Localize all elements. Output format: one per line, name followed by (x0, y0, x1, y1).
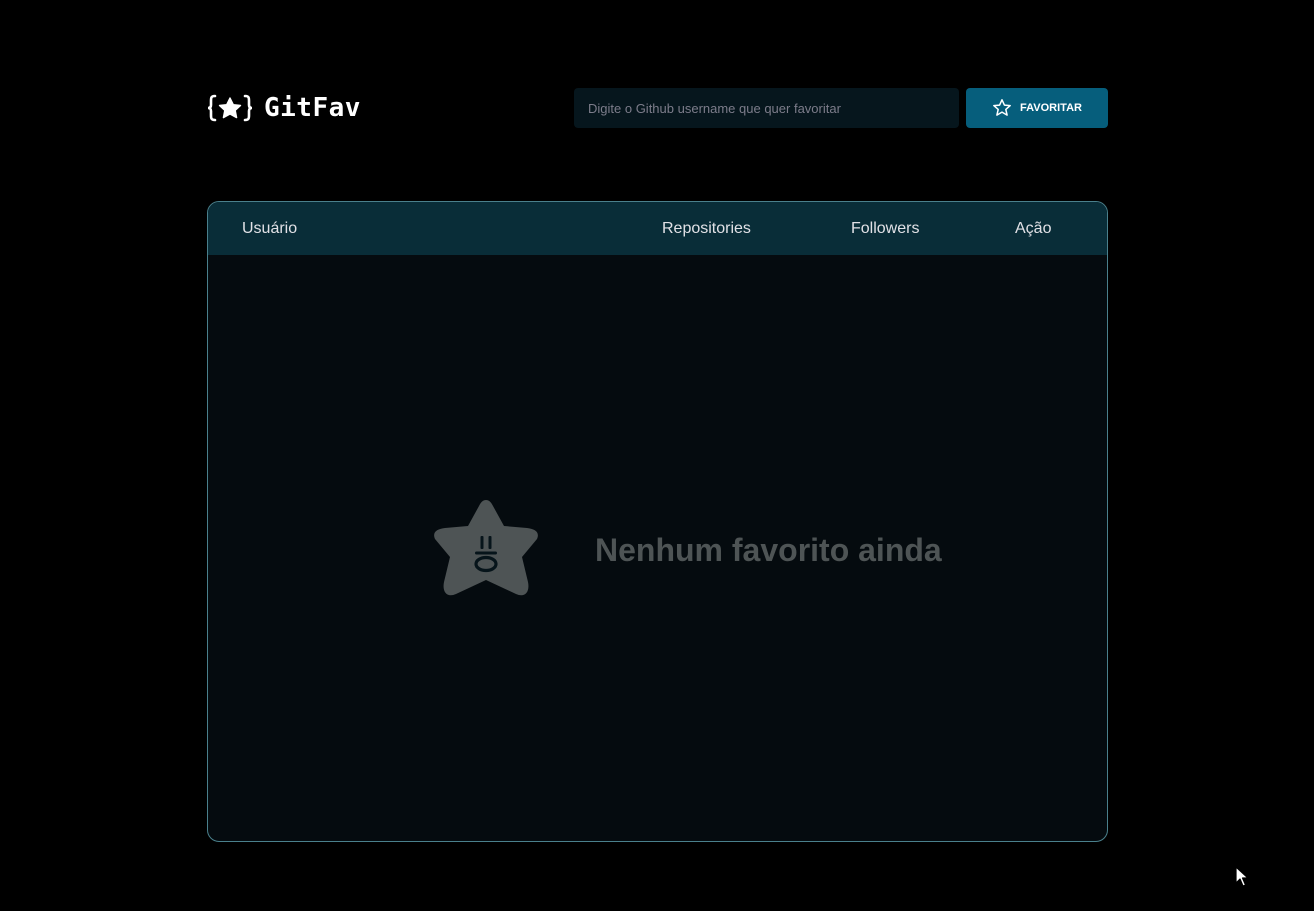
header: GitFav FAVORITAR (207, 88, 1108, 128)
favorite-button[interactable]: FAVORITAR (966, 88, 1108, 128)
search-input[interactable] (574, 88, 959, 128)
mouse-cursor-icon (1235, 866, 1249, 887)
empty-state-message: Nenhum favorito ainda (595, 532, 942, 568)
column-header-repositories: Repositories (662, 220, 751, 237)
column-header-user: Usuário (242, 220, 298, 237)
star-outline-icon (993, 99, 1011, 116)
column-header-followers: Followers (851, 220, 920, 237)
logo-text: GitFav (264, 93, 361, 123)
favorite-button-label: FAVORITAR (1020, 102, 1082, 114)
column-header-action: Ação (1015, 220, 1052, 237)
sad-star-icon (434, 500, 538, 596)
favorites-table: Usuário Repositories Followers Ação Nenh… (207, 201, 1108, 842)
braces-star-icon (207, 94, 253, 122)
empty-state: Nenhum favorito ainda (429, 494, 949, 604)
logo: GitFav (207, 93, 361, 123)
table-header: Usuário Repositories Followers Ação (208, 202, 1107, 255)
